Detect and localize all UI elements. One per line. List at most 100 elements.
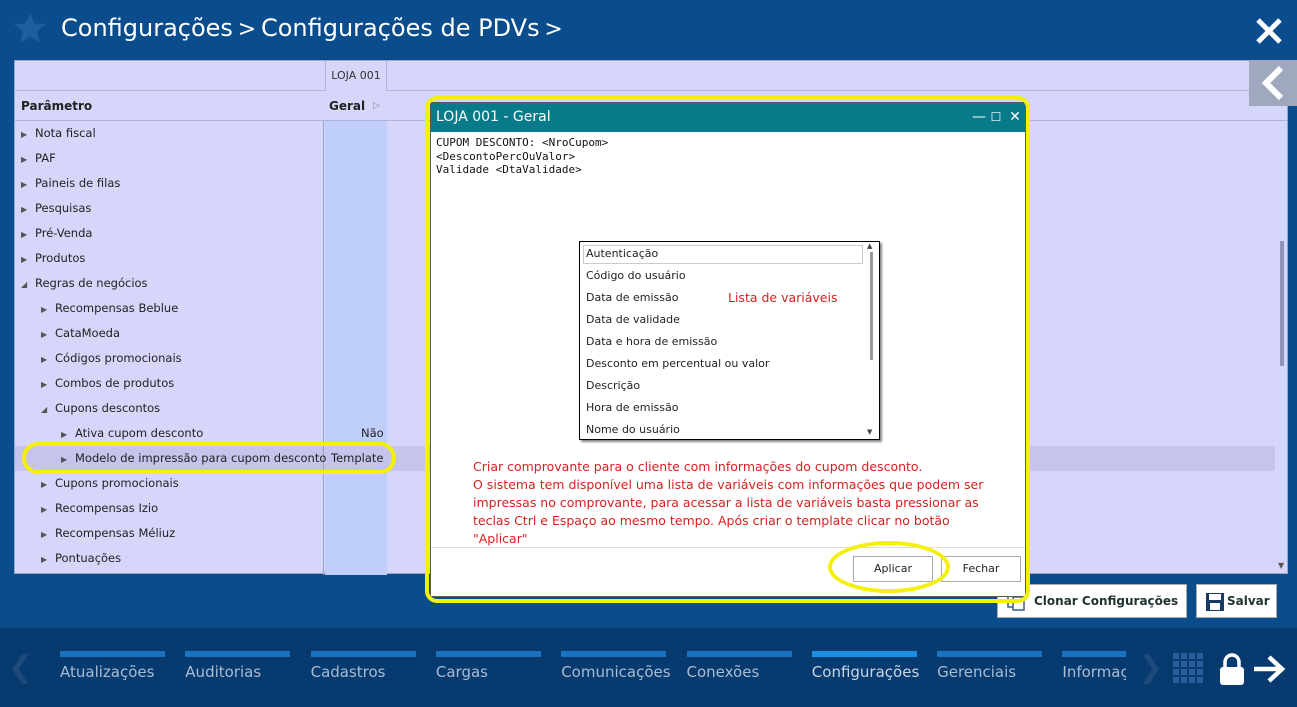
tree-item[interactable]: ▶ Pré-Venda	[21, 221, 92, 246]
floppy-icon	[1206, 593, 1224, 611]
nav-next-icon[interactable]: ❯	[1138, 650, 1163, 685]
breadcrumb-configuracoes-pdvs[interactable]: Configurações de PDVs	[261, 14, 540, 42]
column-header-loja[interactable]: LOJA 001	[325, 61, 387, 91]
tree-item[interactable]: ▶ Paineis de filas	[21, 171, 120, 196]
tree-item[interactable]: ▶ Produtos	[21, 246, 85, 271]
tree-item-label: Nota fiscal	[35, 126, 96, 140]
values-column	[325, 121, 387, 575]
expand-arrow-icon[interactable]: ▶	[41, 347, 55, 372]
expand-right-icon[interactable]: ▷	[373, 101, 380, 111]
nav-tab-indicator	[937, 651, 1043, 657]
expand-arrow-icon[interactable]: ▶	[21, 172, 35, 197]
tree-item-label: Códigos promocionais	[55, 351, 182, 365]
nav-tab[interactable]: Informaç	[1062, 651, 1127, 707]
nav-tab-indicator	[60, 651, 165, 657]
nav-tab[interactable]: Atualizações	[60, 651, 165, 707]
dialog-highlight	[425, 96, 1030, 603]
nav-tab[interactable]: Configurações	[811, 651, 920, 707]
tree-item-label: Paineis de filas	[35, 176, 121, 190]
breadcrumb-configuracoes[interactable]: Configurações	[61, 14, 233, 42]
nav-tab-label: Conexões	[686, 663, 760, 681]
chevron-left-icon	[1261, 65, 1284, 101]
tree-item[interactable]: ▶ Pontuações	[41, 546, 121, 571]
tree-item-label: PAF	[35, 151, 56, 165]
nav-tab-label: Informaç	[1062, 663, 1127, 681]
tree-item-label: Recompensas Méliuz	[55, 526, 176, 540]
nav-tab-indicator	[310, 651, 416, 657]
tree-item[interactable]: ▶ Combos de produtos	[41, 371, 174, 396]
nav-tab[interactable]: Conexões	[686, 651, 792, 707]
nav-tab[interactable]: Gerenciais	[937, 651, 1043, 707]
expand-arrow-icon[interactable]: ▶	[41, 547, 55, 572]
star-icon[interactable]	[12, 10, 48, 46]
expand-arrow-icon[interactable]: ▶	[21, 197, 35, 222]
tree-item-label: Cupons promocionais	[55, 476, 179, 490]
expand-arrow-icon[interactable]: ▶	[21, 247, 35, 272]
tree-item[interactable]: ◢ Cupons descontos	[41, 396, 160, 421]
tree-item[interactable]: ▶ CataMoeda	[41, 321, 120, 346]
nav-tab-indicator	[686, 651, 792, 657]
parameter-header: Parâmetro	[21, 99, 93, 113]
row-highlight	[22, 442, 396, 474]
nav-tab-label: Configurações	[811, 663, 920, 681]
tree-item[interactable]: ▶ Recompensas Izio	[41, 496, 158, 521]
nav-tab-label: Cargas	[435, 663, 488, 681]
expand-arrow-icon[interactable]: ▶	[41, 472, 55, 497]
grid-menu-icon[interactable]	[1172, 652, 1204, 684]
collapse-arrow-icon[interactable]: ◢	[21, 272, 35, 297]
expand-arrow-icon[interactable]: ▶	[41, 322, 55, 347]
save-button[interactable]: Salvar	[1196, 584, 1277, 618]
expand-arrow-icon[interactable]: ▶	[21, 222, 35, 247]
tree-item[interactable]: ▶ Códigos promocionais	[41, 346, 182, 371]
expand-arrow-icon[interactable]: ▶	[21, 147, 35, 172]
expand-arrow-icon[interactable]: ▶	[41, 522, 55, 547]
tree-item[interactable]: ▶ PAF	[21, 146, 56, 171]
geral-header[interactable]: Geral	[329, 99, 365, 113]
close-icon[interactable]	[1254, 16, 1284, 46]
nav-tab-indicator	[1062, 651, 1127, 657]
tree-item-label: Recompensas Beblue	[55, 301, 179, 315]
collapse-arrow-icon[interactable]: ◢	[41, 397, 55, 422]
bottom-navigation: ❮ Atualizações Auditorias Cadastros Cargas C…	[0, 628, 1297, 707]
side-panel-toggle[interactable]	[1249, 60, 1297, 106]
tree-item-label: Cupons descontos	[55, 401, 161, 415]
tree-item[interactable]: ▶ Nota fiscal	[21, 121, 96, 146]
logout-arrow-icon[interactable]	[1252, 654, 1286, 684]
expand-arrow-icon[interactable]: ▶	[41, 372, 55, 397]
tree-item-label: Produtos	[35, 251, 86, 265]
tree-item-label: Recompensas Izio	[55, 501, 159, 515]
header-bar: Configurações > Configurações de PDVs >	[0, 0, 1297, 60]
nav-tab-label: Gerenciais	[937, 663, 1017, 681]
nav-tab-label: Comunicações	[561, 663, 671, 681]
nav-tab-label: Auditorias	[185, 663, 262, 681]
scroll-thumb[interactable]	[1280, 241, 1284, 366]
nav-tab-indicator	[185, 651, 291, 657]
tree-item[interactable]: ◢ Regras de negócios	[21, 271, 148, 296]
tree-item[interactable]: ▶ Pesquisas	[21, 196, 91, 221]
nav-tab-indicator	[435, 651, 541, 657]
tree-item-label: CataMoeda	[55, 326, 121, 340]
nav-tab[interactable]: Cadastros	[310, 651, 416, 707]
vertical-scrollbar[interactable]: ▼	[1277, 121, 1288, 575]
nav-tab[interactable]: Auditorias	[185, 651, 291, 707]
nav-tab[interactable]: Comunicações	[561, 651, 671, 707]
nav-prev-icon[interactable]: ❮	[8, 650, 33, 685]
scroll-down-icon[interactable]: ▼	[1278, 561, 1284, 570]
tree-item-label: Pesquisas	[35, 201, 92, 215]
expand-arrow-icon[interactable]: ▶	[41, 497, 55, 522]
tree-item-label: Ativa cupom desconto	[75, 426, 204, 440]
tree-item[interactable]: ▶ Cupons promocionais	[41, 471, 179, 496]
expand-arrow-icon[interactable]: ▶	[41, 297, 55, 322]
nav-tab-indicator	[561, 651, 667, 657]
tree-item[interactable]: ▶ Recompensas Beblue	[41, 296, 178, 321]
apply-highlight	[828, 541, 950, 593]
nav-tab[interactable]: Cargas	[435, 651, 541, 707]
nav-tab-indicator	[811, 651, 917, 657]
clone-label: Clonar Configurações	[1034, 594, 1179, 608]
tree-item[interactable]: ▶ Recompensas Méliuz	[41, 521, 175, 546]
lock-icon[interactable]	[1218, 652, 1246, 686]
nav-tab-label: Atualizações	[60, 663, 155, 681]
tree-item-label: Pontuações	[55, 551, 122, 565]
column-header-row: LOJA 001	[15, 61, 1287, 91]
expand-arrow-icon[interactable]: ▶	[21, 122, 35, 147]
